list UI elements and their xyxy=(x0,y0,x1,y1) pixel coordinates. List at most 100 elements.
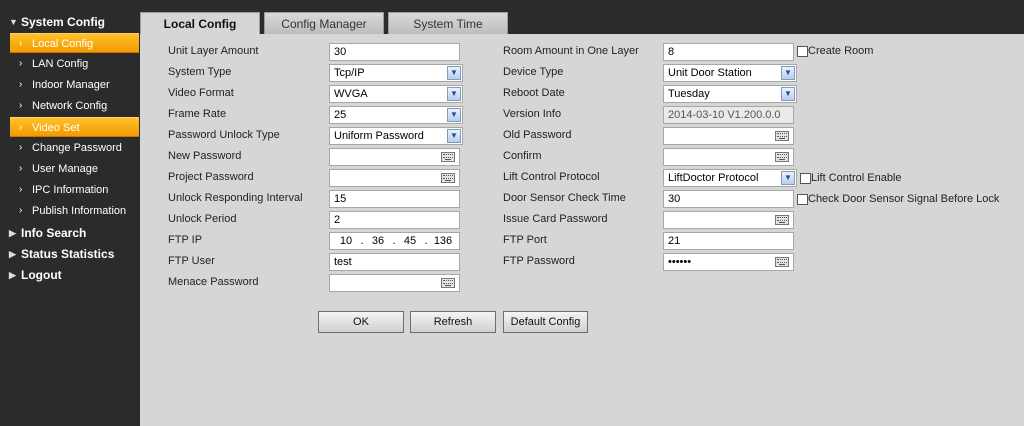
menace-password-input[interactable] xyxy=(329,274,460,292)
chevron-down-icon[interactable]: ▼ xyxy=(447,129,461,143)
keyboard-icon[interactable] xyxy=(441,152,455,162)
keyboard-icon[interactable] xyxy=(775,215,789,225)
unit-layer-amount-input[interactable]: 30 xyxy=(329,43,460,61)
unlock-period-input[interactable]: 2 xyxy=(329,211,460,229)
old-password-input[interactable] xyxy=(663,127,794,145)
new-password-input[interactable] xyxy=(329,148,460,166)
keyboard-icon[interactable] xyxy=(775,152,789,162)
tab-system-time[interactable]: System Time xyxy=(388,12,508,34)
chevron-down-icon[interactable]: ▼ xyxy=(447,66,461,80)
sidebar-item-lan-config[interactable]: › LAN Config xyxy=(10,54,139,74)
refresh-button[interactable]: Refresh xyxy=(410,311,496,333)
ip-octet-3[interactable]: 45 xyxy=(398,233,422,249)
ip-dot: . xyxy=(360,235,364,247)
reboot-date-select[interactable]: Tuesday ▼ xyxy=(663,85,797,103)
chevron-right-icon: › xyxy=(19,79,23,90)
sidebar-item-change-password[interactable]: › Change Password xyxy=(10,138,139,158)
sidebar-item-label: Local Config xyxy=(32,38,94,50)
sidebar-item-publish-information[interactable]: › Publish Information xyxy=(10,201,139,221)
ip-octet-1[interactable]: 10 xyxy=(334,233,358,249)
system-type-select[interactable]: Tcp/IP ▼ xyxy=(329,64,463,82)
password-unlock-type-label: Password Unlock Type xyxy=(168,129,280,141)
sidebar-section-label: System Config xyxy=(21,15,106,29)
sidebar-item-video-set[interactable]: › Video Set xyxy=(10,117,139,137)
sidebar-section-system-config[interactable]: ▼ System Config xyxy=(0,12,140,32)
chevron-down-icon[interactable]: ▼ xyxy=(781,87,795,101)
triangle-right-icon: ▶ xyxy=(9,270,16,280)
door-sensor-check-time-input[interactable]: 30 xyxy=(663,190,794,208)
chevron-right-icon: › xyxy=(19,184,23,195)
device-type-label: Device Type xyxy=(503,66,564,78)
unlock-period-label: Unlock Period xyxy=(168,213,237,225)
menace-password-label: Menace Password xyxy=(168,276,259,288)
old-password-label: Old Password xyxy=(503,129,572,141)
lift-control-protocol-label: Lift Control Protocol xyxy=(503,171,600,183)
frame-rate-value: 25 xyxy=(334,109,347,121)
issue-card-password-input[interactable] xyxy=(663,211,794,229)
keyboard-icon[interactable] xyxy=(441,278,455,288)
chevron-down-icon[interactable]: ▼ xyxy=(781,171,795,185)
video-format-select[interactable]: WVGA ▼ xyxy=(329,85,463,103)
unit-layer-amount-label: Unit Layer Amount xyxy=(168,45,259,57)
chevron-down-icon[interactable]: ▼ xyxy=(447,87,461,101)
version-info-label: Version Info xyxy=(503,108,562,120)
confirm-password-input[interactable] xyxy=(663,148,794,166)
lift-control-protocol-value: LiftDoctor Protocol xyxy=(668,172,759,184)
device-type-select[interactable]: Unit Door Station ▼ xyxy=(663,64,797,82)
sidebar-item-ipc-information[interactable]: › IPC Information xyxy=(10,180,139,200)
system-type-label: System Type xyxy=(168,66,232,78)
frame-rate-label: Frame Rate xyxy=(168,108,227,120)
sidebar-section-label: Logout xyxy=(21,268,62,282)
ok-button[interactable]: OK xyxy=(318,311,404,333)
ip-dot: . xyxy=(392,235,396,247)
sidebar-section-status-statistics[interactable]: ▶ Status Statistics xyxy=(0,244,140,264)
door-sensor-check-time-label: Door Sensor Check Time xyxy=(503,192,626,204)
tab-local-config[interactable]: Local Config xyxy=(140,12,260,35)
ftp-user-label: FTP User xyxy=(168,255,215,267)
tab-config-manager[interactable]: Config Manager xyxy=(264,12,384,34)
create-room-checkbox[interactable] xyxy=(797,46,808,57)
sidebar-section-info-search[interactable]: ▶ Info Search xyxy=(0,223,140,243)
keyboard-icon[interactable] xyxy=(775,131,789,141)
password-unlock-type-value: Uniform Password xyxy=(334,130,424,142)
ftp-password-input[interactable]: •••••• xyxy=(663,253,794,271)
chevron-right-icon: › xyxy=(19,142,23,153)
keyboard-icon[interactable] xyxy=(441,173,455,183)
ftp-password-value: •••••• xyxy=(668,256,692,268)
check-door-sensor-checkbox[interactable] xyxy=(797,194,808,205)
lift-control-protocol-select[interactable]: LiftDoctor Protocol ▼ xyxy=(663,169,797,187)
sidebar-item-local-config[interactable]: › Local Config xyxy=(10,33,139,53)
create-room-label: Create Room xyxy=(808,45,874,57)
password-unlock-type-select[interactable]: Uniform Password ▼ xyxy=(329,127,463,145)
ftp-password-label: FTP Password xyxy=(503,255,575,267)
lift-control-enable-checkbox[interactable] xyxy=(800,173,811,184)
chevron-right-icon: › xyxy=(19,122,23,133)
ftp-port-input[interactable]: 21 xyxy=(663,232,794,250)
unlock-responding-interval-input[interactable]: 15 xyxy=(329,190,460,208)
version-info-field: 2014-03-10 V1.200.0.0 xyxy=(663,106,794,124)
confirm-label: Confirm xyxy=(503,150,542,162)
frame-rate-select[interactable]: 25 ▼ xyxy=(329,106,463,124)
sidebar-item-label: User Manage xyxy=(32,163,99,175)
project-password-label: Project Password xyxy=(168,171,254,183)
ip-octet-2[interactable]: 36 xyxy=(366,233,390,249)
ip-octet-4[interactable]: 136 xyxy=(431,233,455,249)
sidebar-section-logout[interactable]: ▶ Logout xyxy=(0,265,140,285)
room-amount-input[interactable]: 8 xyxy=(663,43,794,61)
chevron-down-icon[interactable]: ▼ xyxy=(781,66,795,80)
default-config-button[interactable]: Default Config xyxy=(503,311,588,333)
lift-control-enable-label: Lift Control Enable xyxy=(811,172,902,184)
sidebar-section-label: Info Search xyxy=(21,226,87,240)
sidebar-item-indoor-manager[interactable]: › Indoor Manager xyxy=(10,75,139,95)
chevron-down-icon[interactable]: ▼ xyxy=(447,108,461,122)
ftp-ip-input[interactable]: 10 . 36 . 45 . 136 xyxy=(329,232,460,250)
project-password-input[interactable] xyxy=(329,169,460,187)
tab-bar: Local Config Config Manager System Time xyxy=(140,0,1024,35)
sidebar-item-network-config[interactable]: › Network Config xyxy=(10,96,139,116)
chevron-right-icon: › xyxy=(19,100,23,111)
ftp-user-input[interactable]: test xyxy=(329,253,460,271)
issue-card-password-label: Issue Card Password xyxy=(503,213,608,225)
sidebar-item-user-manage[interactable]: › User Manage xyxy=(10,159,139,179)
sidebar-item-label: LAN Config xyxy=(32,58,89,70)
keyboard-icon[interactable] xyxy=(775,257,789,267)
